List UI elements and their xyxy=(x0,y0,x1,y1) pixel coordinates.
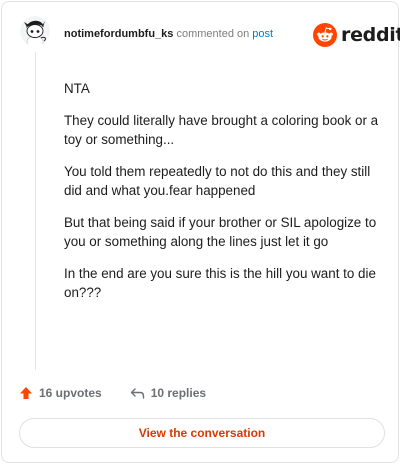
reply-arrow-icon xyxy=(130,388,144,399)
username-link[interactable]: notimefordumbfu_ks xyxy=(64,28,173,40)
comment-paragraph: You told them repeatedly to not do this … xyxy=(64,164,371,198)
upvote-count: 16 upvotes xyxy=(39,386,102,400)
reddit-wordmark: reddit xyxy=(341,24,400,46)
comment-actions: 16 upvotes 10 replies xyxy=(19,383,206,403)
post-link[interactable]: post xyxy=(252,28,273,40)
reply-count: 10 replies xyxy=(150,386,207,400)
comment-paragraph: But that being said if your brother or S… xyxy=(64,215,377,249)
comment-paragraph: NTA xyxy=(64,81,90,96)
snoo-avatar-icon xyxy=(20,16,50,46)
comment-header: notimefordumbfu_ks commented on post xyxy=(64,28,273,40)
commented-on-text: commented on xyxy=(176,28,250,40)
upvote-arrow-icon xyxy=(20,387,32,399)
reddit-logo[interactable]: reddit xyxy=(313,22,400,48)
thread-line xyxy=(35,52,36,370)
comment-card: notimefordumbfu_ks commented on post red… xyxy=(1,1,400,463)
comment-body: NTA They could literally have brought a … xyxy=(64,79,382,315)
comment-paragraph: They could literally have brought a colo… xyxy=(64,113,379,147)
view-conversation-button[interactable]: View the conversation xyxy=(19,418,385,448)
comment-paragraph: In the end are you sure this is the hill… xyxy=(64,266,376,300)
reddit-snoo-icon xyxy=(313,23,337,47)
replies-button[interactable]: 10 replies xyxy=(130,386,206,400)
user-avatar[interactable] xyxy=(20,16,50,46)
upvote-button[interactable]: 16 upvotes xyxy=(19,386,102,400)
